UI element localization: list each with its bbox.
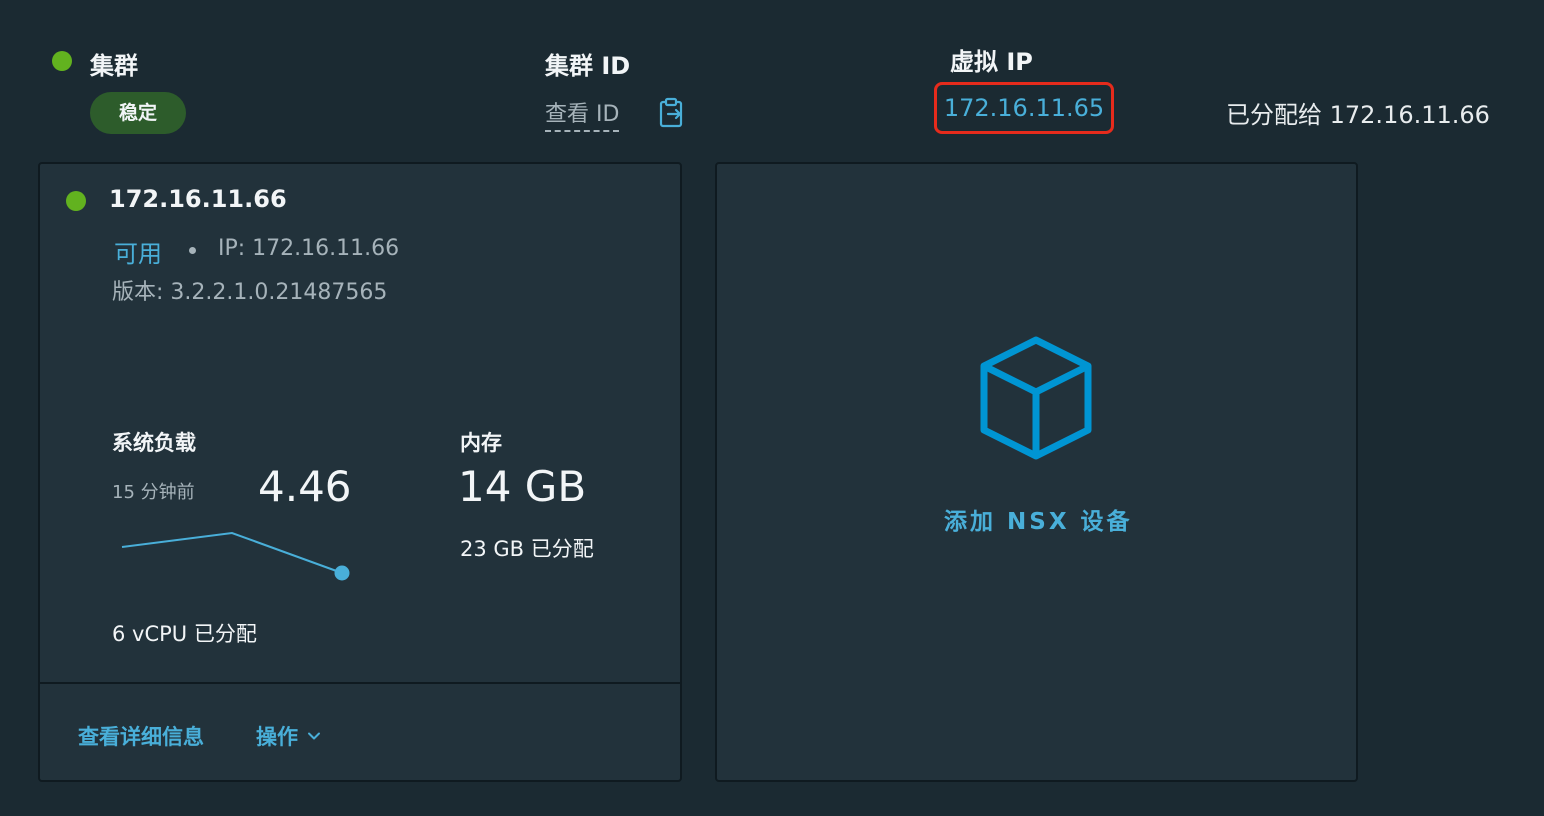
separator-dot xyxy=(189,247,196,254)
cube-icon xyxy=(980,336,1092,460)
vcpu-allocated: 6 vCPU 已分配 xyxy=(112,622,257,646)
add-nsx-card[interactable] xyxy=(715,162,1358,782)
system-load-period: 15 分钟前 xyxy=(112,482,195,503)
memory-allocated: 23 GB 已分配 xyxy=(460,537,594,561)
virtual-ip-highlight: 172.16.11.65 xyxy=(934,82,1114,134)
system-load-value: 4.46 xyxy=(258,462,352,511)
actions-label: 操作 xyxy=(256,725,298,749)
node-version: 版本: 3.2.2.1.0.21487565 xyxy=(112,280,388,305)
view-details-link[interactable]: 查看详细信息 xyxy=(78,721,204,751)
node-status-dot xyxy=(66,191,86,211)
view-id-link[interactable]: 查看 ID xyxy=(545,96,620,132)
node-ip: IP: 172.16.11.66 xyxy=(218,236,400,261)
actions-dropdown[interactable]: 操作 xyxy=(256,721,322,751)
system-load-sparkline xyxy=(121,531,350,581)
virtual-ip-assigned: 已分配给 172.16.11.66 xyxy=(1226,101,1490,129)
virtual-ip-link[interactable]: 172.16.11.65 xyxy=(944,94,1104,122)
node-availability: 可用 xyxy=(114,240,162,268)
memory-value: 14 GB xyxy=(458,462,587,511)
node-title: 172.16.11.66 xyxy=(109,185,287,213)
system-load-title: 系统负载 xyxy=(112,431,196,455)
virtual-ip-title: 虚拟 IP xyxy=(950,48,1033,76)
cluster-id-title: 集群 ID xyxy=(545,52,631,80)
add-nsx-label[interactable]: 添加 NSX 设备 xyxy=(944,502,1133,536)
cluster-status-badge: 稳定 xyxy=(90,92,186,134)
copy-clipboard-icon[interactable] xyxy=(658,97,688,129)
memory-title: 内存 xyxy=(460,431,502,455)
chevron-down-icon xyxy=(308,732,320,740)
cluster-status-dot xyxy=(52,51,72,71)
cluster-title: 集群 xyxy=(90,52,138,80)
